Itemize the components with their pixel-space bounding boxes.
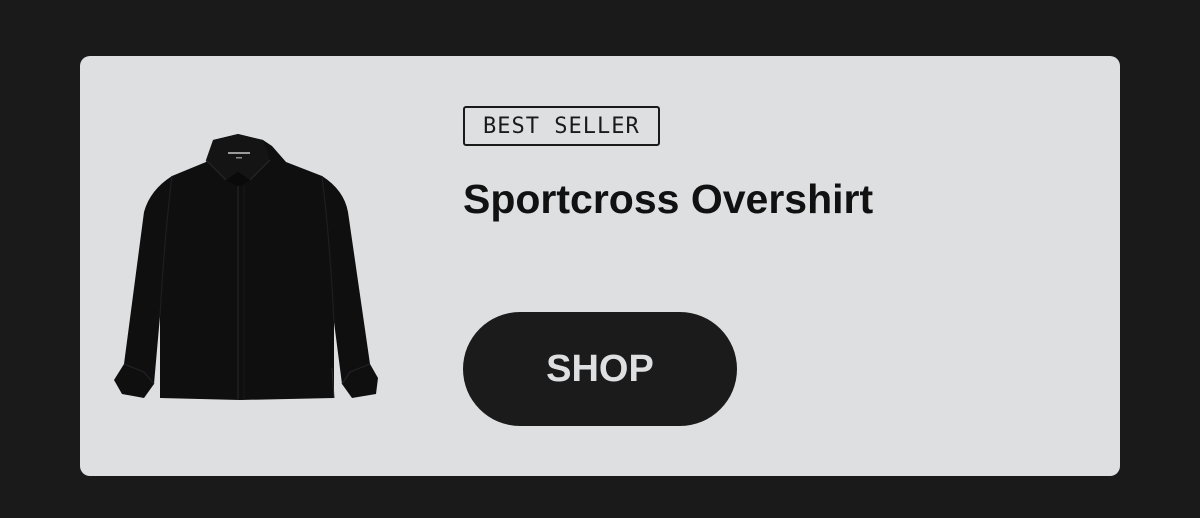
page: BEST SELLER Sportcross Overshirt SHOP	[0, 0, 1200, 518]
product-title[interactable]: Sportcross Overshirt	[463, 176, 873, 223]
shop-button[interactable]: SHOP	[463, 312, 737, 426]
product-image[interactable]	[110, 132, 386, 402]
product-promo-card: BEST SELLER Sportcross Overshirt SHOP	[80, 56, 1120, 476]
overshirt-icon	[114, 134, 378, 400]
best-seller-badge: BEST SELLER	[463, 106, 660, 146]
